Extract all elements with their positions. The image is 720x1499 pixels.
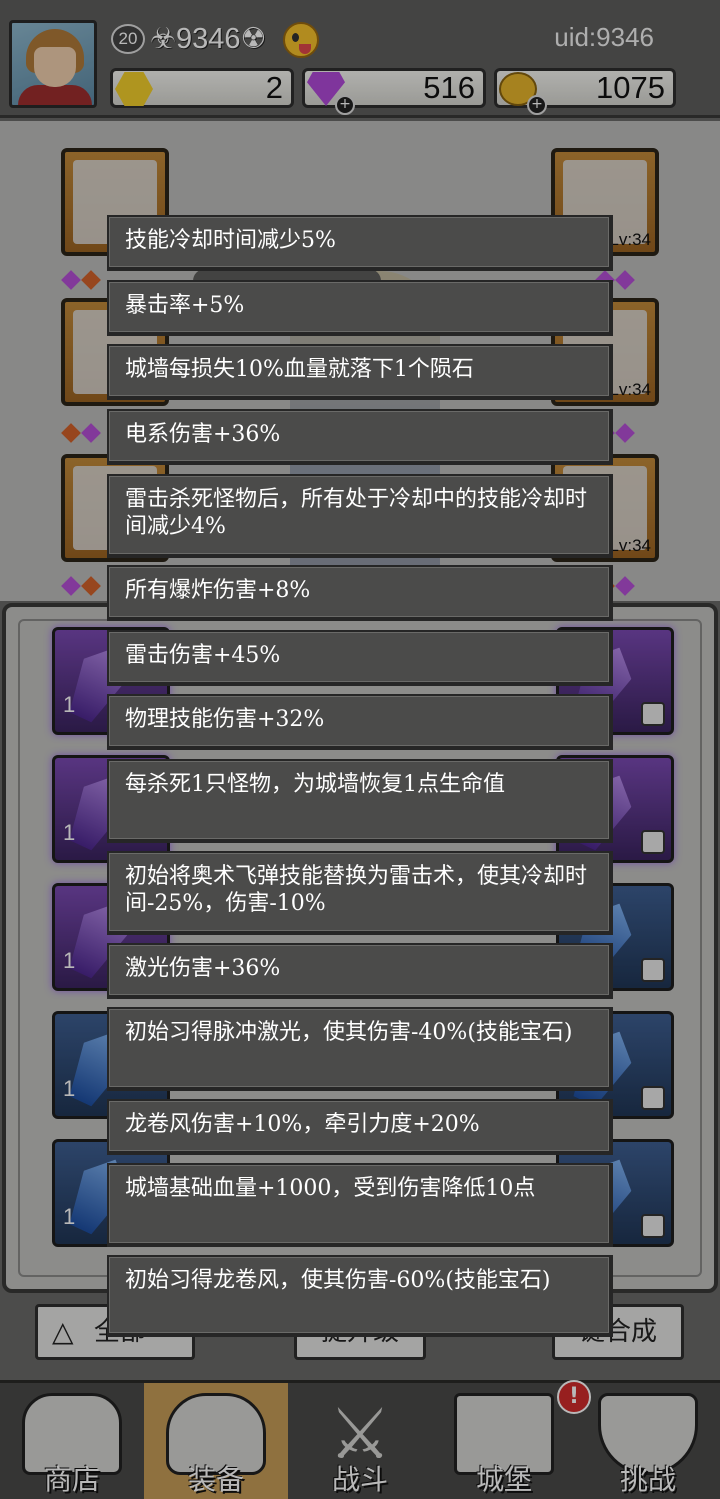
affix-row: 龙卷风伤害+10%，牵引力度+20% [107,1099,613,1155]
affix-row: 雷击杀死怪物后，所有处于冷却中的技能冷却时间减少4% [107,474,613,558]
affix-row: 电系伤害+36% [107,409,613,465]
affix-row: 初始习得脉冲激光，使其伤害-40%(技能宝石) [107,1007,613,1091]
affix-row: 每杀死1只怪物，为城墙恢复1点生命值 [107,759,613,843]
affix-row: 雷击伤害+45% [107,630,613,686]
affix-row: 初始习得龙卷风，使其伤害-60%(技能宝石) [107,1255,613,1337]
affix-row: 所有爆炸伤害+8% [107,565,613,621]
affix-row: 暴击率+5% [107,280,613,336]
affix-row: 技能冷却时间减少5% [107,215,613,271]
affix-row: 激光伤害+36% [107,943,613,999]
affix-row: 初始将奥术飞弹技能替换为雷击术，使其冷却时间-25%，伤害-10% [107,851,613,935]
affix-row: 城墙每损失10%血量就落下1个陨石 [107,344,613,400]
affix-row: 物理技能伤害+32% [107,694,613,750]
affix-row: 城墙基础血量+1000，受到伤害降低10点 [107,1163,613,1247]
